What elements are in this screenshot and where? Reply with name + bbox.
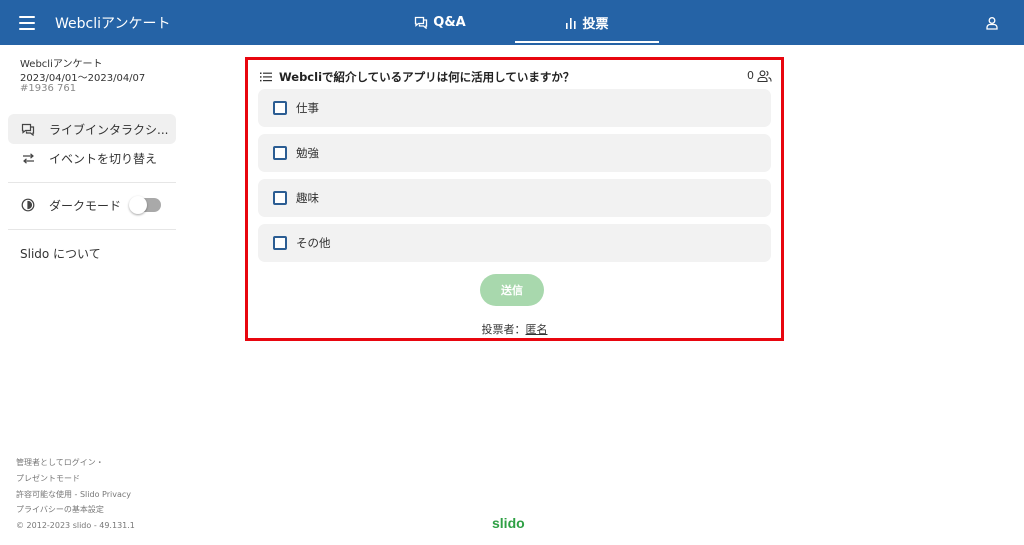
poll-option-4[interactable]: その他 — [258, 224, 771, 262]
poll-option-label: その他 — [296, 236, 331, 250]
poll-option-label: 勉強 — [296, 146, 319, 160]
acceptable-use-link[interactable]: 許容可能な使用 - Slido Privacy — [16, 487, 135, 503]
sidebar-divider — [8, 229, 176, 230]
tab-poll-label: 投票 — [582, 17, 609, 32]
submit-button[interactable]: 送信 — [480, 274, 544, 306]
poll-option-label: 趣味 — [296, 191, 319, 205]
dark-mode-toggle[interactable] — [129, 196, 162, 214]
poll-card: Webcliで紹介しているアプリは何に活用していますか？ 0 仕事 勉強 趣味 … — [245, 57, 784, 341]
footer-links: 管理者としてログイン・ プレゼントモード 許容可能な使用 - Slido Pri… — [16, 455, 135, 534]
poll-header: Webcliで紹介しているアプリは何に活用していますか？ 0 — [260, 68, 772, 86]
switch-arrows-icon — [20, 152, 36, 164]
poll-option-checkbox[interactable] — [273, 236, 287, 250]
chat-bubbles-icon — [20, 123, 36, 136]
sidebar-item-dark-mode[interactable]: ダークモード — [8, 190, 176, 220]
sidebar: Webcliアンケート 2023/04/01～2023/04/07 #1936 … — [0, 45, 190, 545]
dark-mode-icon — [20, 198, 36, 212]
top-bar: Webcliアンケート Q&A 投票 — [0, 0, 1024, 45]
poll-question: Webcliで紹介しているアプリは何に活用していますか？ — [279, 70, 575, 84]
user-profile-icon[interactable] — [985, 15, 999, 34]
event-dates: 2023/04/01～2023/04/07 — [20, 73, 146, 84]
voter-info: 投票者：匿名 — [248, 321, 781, 337]
hamburger-menu-icon[interactable] — [19, 16, 35, 30]
slido-logo: slido — [492, 515, 525, 531]
tab-poll[interactable]: 投票 — [515, 0, 659, 45]
participant-count: 0 — [747, 69, 772, 82]
participants-icon — [757, 69, 772, 82]
poll-option-label: 仕事 — [296, 101, 319, 115]
present-mode-link[interactable]: プレゼントモード — [16, 471, 135, 487]
tab-qa-label: Q&A — [433, 15, 466, 30]
event-code: #1936 761 — [20, 83, 77, 94]
poll-option-1[interactable]: 仕事 — [258, 89, 771, 127]
bar-chart-icon — [566, 17, 577, 29]
poll-option-checkbox[interactable] — [273, 146, 287, 160]
list-icon — [260, 72, 272, 82]
about-slido-link[interactable]: Slido について — [20, 245, 101, 262]
chat-bubbles-icon — [415, 16, 428, 29]
sidebar-divider — [8, 182, 176, 183]
poll-option-2[interactable]: 勉強 — [258, 134, 771, 172]
privacy-settings-link[interactable]: プライバシーの基本設定 — [16, 502, 135, 518]
admin-login-link[interactable]: 管理者としてログイン・ — [16, 455, 135, 471]
poll-option-checkbox[interactable] — [273, 101, 287, 115]
copyright-text: © 2012-2023 slido - 49.131.1 — [16, 521, 135, 531]
anonymous-link[interactable]: 匿名 — [526, 323, 548, 336]
event-name: Webcliアンケート — [20, 59, 103, 70]
app-title: Webcliアンケート — [55, 16, 171, 32]
dark-mode-label: ダークモード — [49, 198, 122, 213]
poll-option-checkbox[interactable] — [273, 191, 287, 205]
sidebar-item-switch-event[interactable]: イベントを切り替え — [8, 143, 176, 173]
voter-prefix: 投票者： — [481, 323, 526, 336]
poll-option-3[interactable]: 趣味 — [258, 179, 771, 217]
sidebar-item-label: ライブインタラクシ... — [49, 122, 169, 137]
sidebar-item-live-interaction[interactable]: ライブインタラクシ... — [8, 114, 176, 144]
tab-qa[interactable]: Q&A — [370, 0, 510, 45]
participant-count-value: 0 — [747, 69, 754, 82]
sidebar-item-label: イベントを切り替え — [49, 151, 158, 166]
